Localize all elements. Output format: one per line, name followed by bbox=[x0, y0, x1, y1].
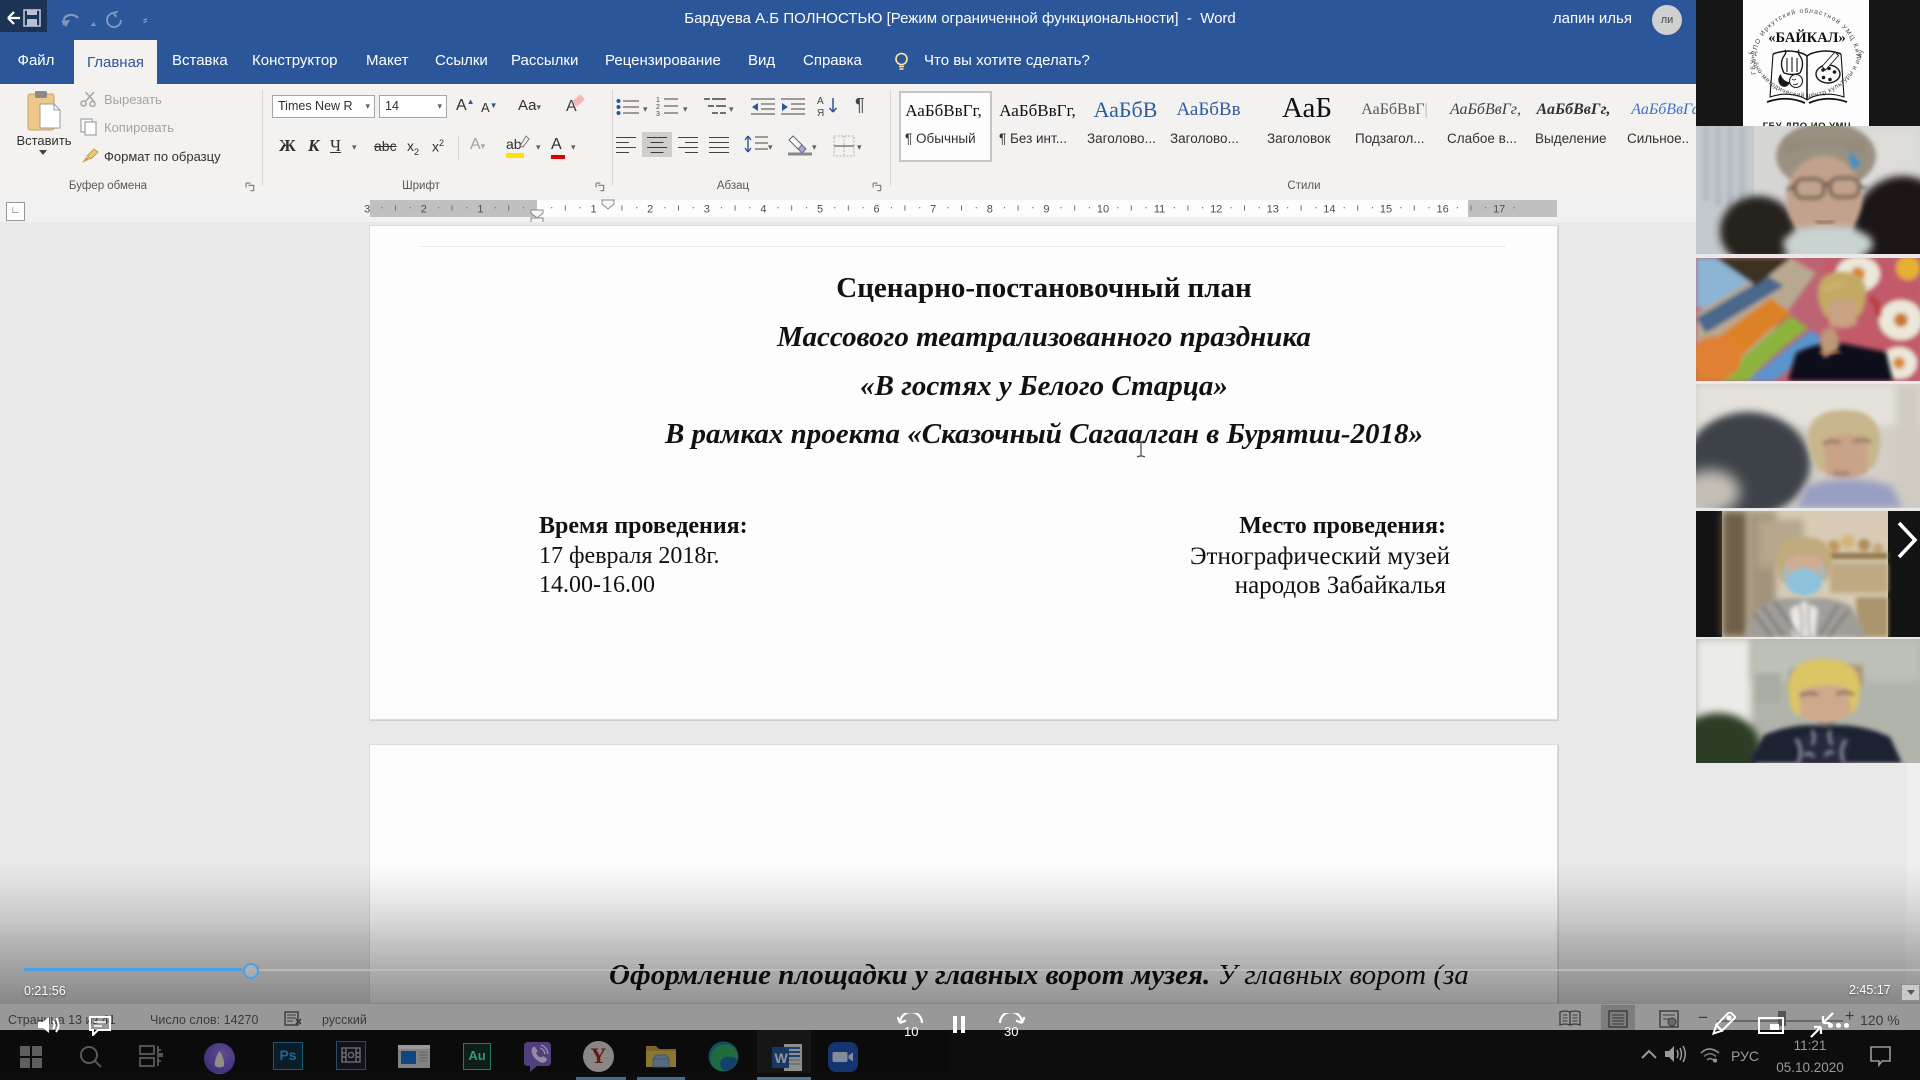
svg-text:2: 2 bbox=[656, 104, 660, 111]
svg-text:«БАЙКАЛ»: «БАЙКАЛ» bbox=[1768, 29, 1845, 46]
svg-text:30: 30 bbox=[1004, 1024, 1018, 1037]
svg-text:10: 10 bbox=[904, 1024, 918, 1037]
svg-text:учебно-методический центр куль: учебно-методический центр культуры и иск… bbox=[1743, 0, 1865, 99]
svg-text:А: А bbox=[817, 96, 824, 107]
svg-text:3: 3 bbox=[656, 111, 660, 116]
svg-text:1: 1 bbox=[656, 97, 660, 104]
svg-text:Я: Я bbox=[817, 108, 824, 117]
